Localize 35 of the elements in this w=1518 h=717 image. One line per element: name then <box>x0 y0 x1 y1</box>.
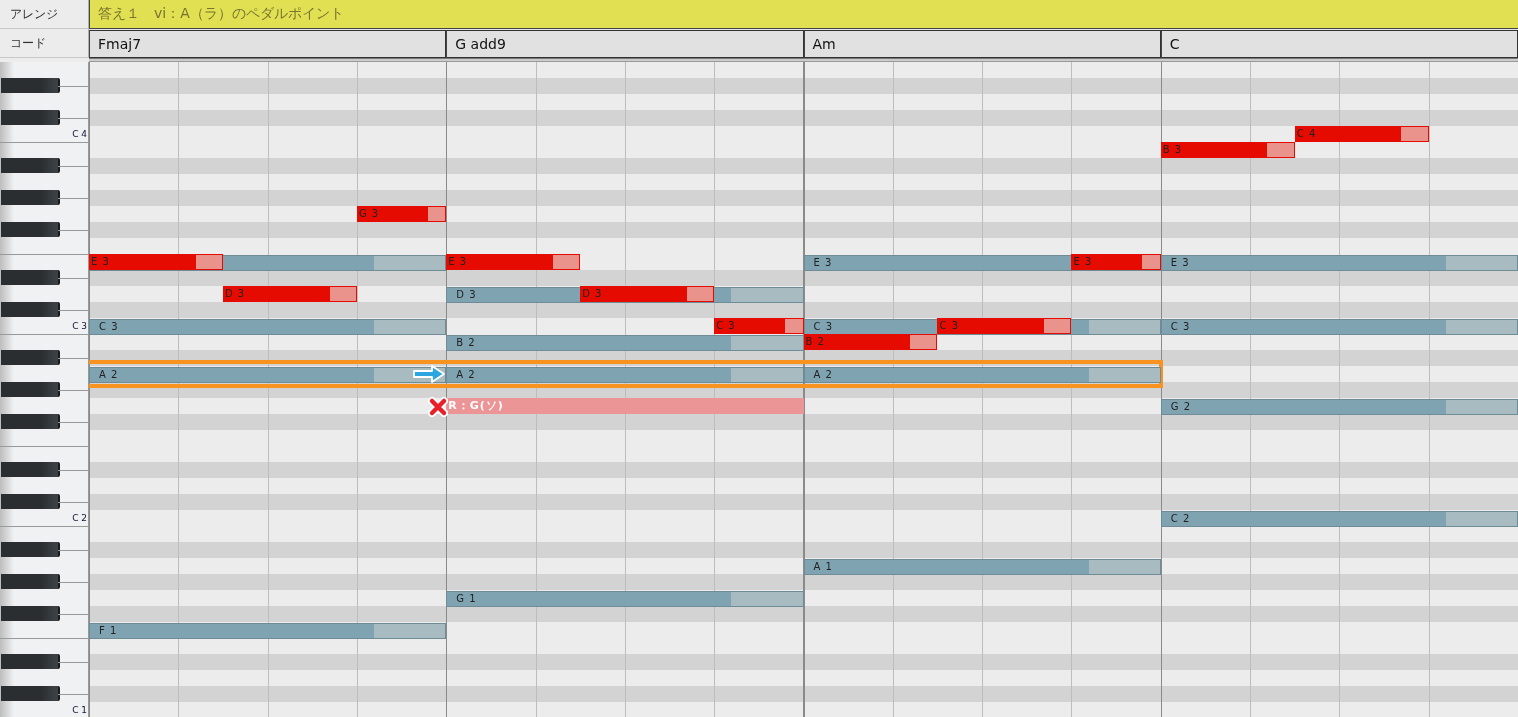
note-block[interactable]: D 3 <box>580 286 715 302</box>
note-block[interactable]: D 3 <box>222 286 357 302</box>
note-block[interactable]: C 3 <box>937 318 1072 334</box>
note-block[interactable]: G 1 <box>446 591 804 607</box>
note-block[interactable]: C 3 <box>1160 319 1518 335</box>
note-block[interactable]: G 2 <box>1160 399 1518 415</box>
track-label: コード <box>0 29 89 58</box>
note-block[interactable]: G 3 <box>356 206 447 222</box>
note-block[interactable]: C 3 <box>89 319 447 335</box>
note-block[interactable]: E 3 <box>1160 255 1518 271</box>
chord-block[interactable]: C <box>1160 30 1518 58</box>
note-block[interactable]: E 3 <box>446 254 581 270</box>
note-block[interactable]: B 3 <box>1160 142 1295 158</box>
note-block[interactable]: B 2 <box>446 335 804 351</box>
note-block[interactable]: A 2 <box>446 367 804 383</box>
note-block[interactable]: A 1 <box>803 559 1161 575</box>
note-block[interactable]: F 1 <box>89 623 447 639</box>
chord-block[interactable]: Fmaj7 <box>89 30 447 58</box>
octave-label: C 2 <box>72 512 87 525</box>
note-block[interactable]: C 4 <box>1294 126 1429 142</box>
note-block[interactable]: C 3 <box>714 318 804 334</box>
octave-label: C 4 <box>72 128 87 141</box>
note-block[interactable]: C 2 <box>1160 511 1518 527</box>
chord-block[interactable]: G add9 <box>446 30 804 58</box>
note-block[interactable]: A 2 <box>89 367 447 383</box>
note-block[interactable]: E 3 <box>1071 254 1161 270</box>
octave-label: C 1 <box>72 704 87 717</box>
piano-roll-grid[interactable]: C 3 A 2 F 1 D 3 B 2 A 2 G 1 E 3 C 3 A 2 A 1 E 3 C 3 G 2 C 2 E 3 D 3 G 3 E 3 D 3 C 3 B 2 C 3 E 3 B 3 C 4 R：G(ソ) <box>89 62 1518 717</box>
track-label: アレンジ <box>0 0 89 29</box>
note-block[interactable]: B 2 <box>803 334 938 350</box>
note-block[interactable]: E 3 <box>89 254 223 270</box>
chord-block[interactable]: Am <box>803 30 1161 58</box>
arrange-bar[interactable]: 答え１ vi：A（ラ）のペダルポイント <box>89 0 1518 29</box>
octave-label: C 3 <box>72 320 87 333</box>
note-block[interactable]: A 2 <box>803 367 1161 383</box>
